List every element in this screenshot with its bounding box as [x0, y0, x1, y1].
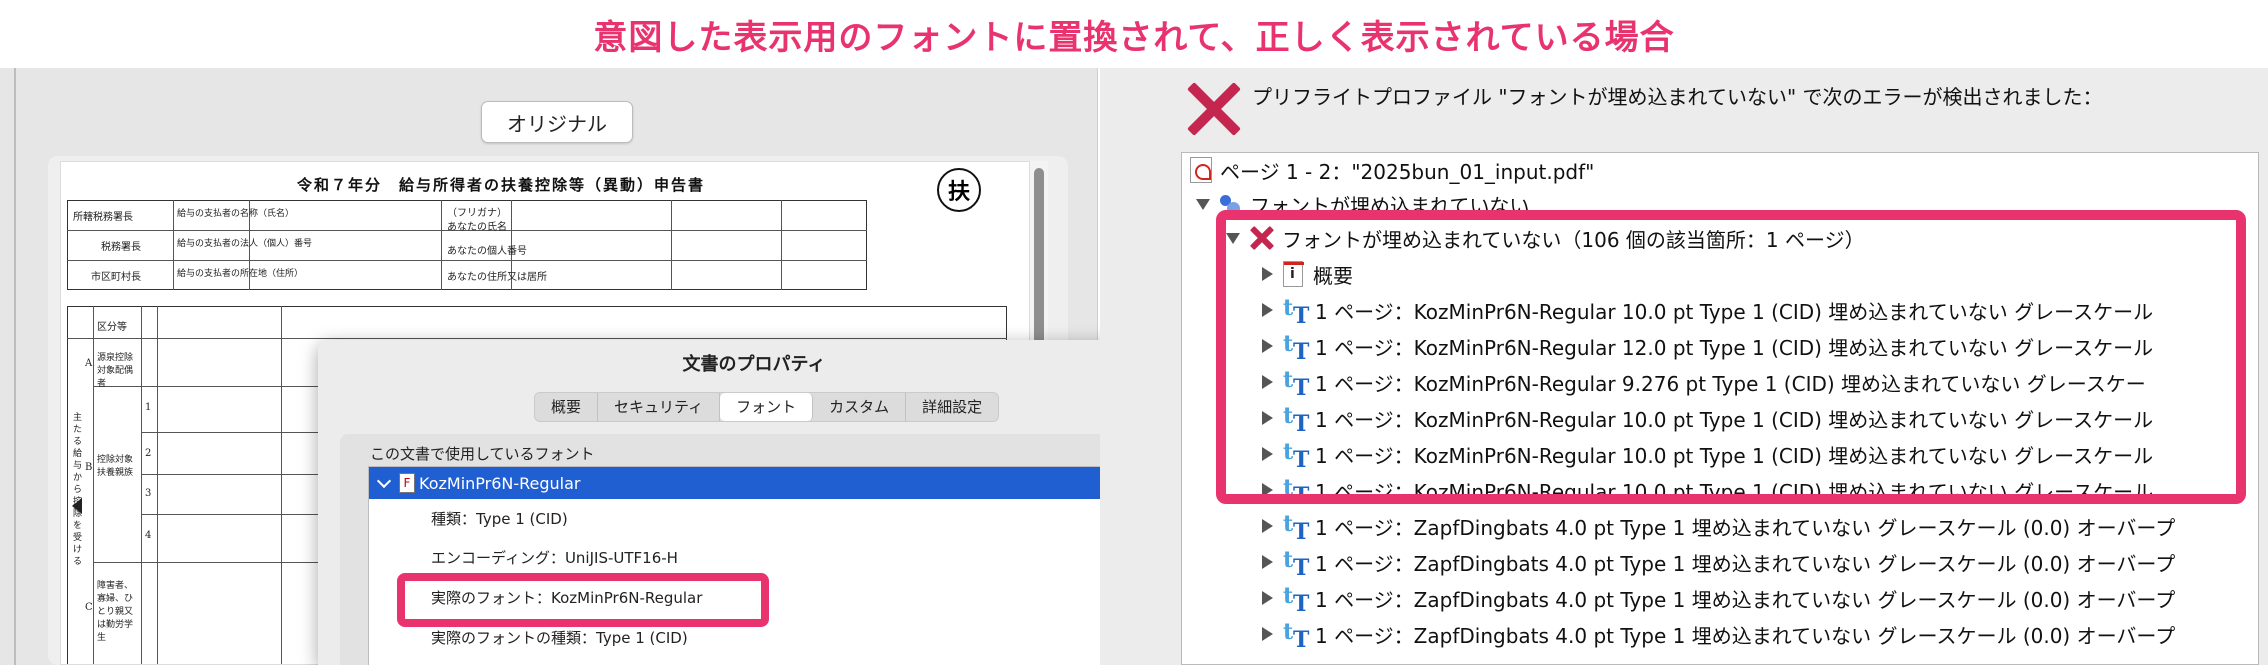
form-label: 3: [145, 488, 152, 499]
form-label: A: [85, 358, 93, 369]
grid-line: [281, 306, 282, 664]
grid-line: [441, 200, 442, 290]
form-label: あなたの個人番号: [447, 246, 527, 257]
form-label: 4: [145, 530, 152, 541]
form-label: 給与の支払者の所在地（住所）: [177, 269, 304, 279]
form-label: 給与の支払者の名称（氏名）: [177, 209, 295, 219]
caption-text: 意図した表示用のフォントに置換されて、正しく表示されている場合: [593, 17, 1675, 58]
caption-banner: 意図した表示用のフォントに置換されて、正しく表示されている場合: [0, 0, 2268, 68]
grid-line: [93, 306, 94, 664]
pdf-icon: [1190, 157, 1212, 183]
form-label: 控除対象扶養親族: [97, 455, 134, 478]
form-seal: 扶: [937, 168, 981, 212]
tree-item-font[interactable]: tT 1 ページ：ZapfDingbats 4.0 pt Type 1 埋め込ま…: [1262, 617, 2176, 653]
font-list: F KozMinPr6N-Regular 種類：Type 1 (CID) エンコ…: [368, 466, 1168, 665]
highlight-error-group: [1216, 210, 2246, 504]
form-label: 所轄税務署長: [73, 212, 133, 223]
form-label: （フリガナ）: [447, 208, 507, 219]
fonts-section-label: この文書で使用しているフォント: [370, 445, 595, 463]
chevron-down-icon[interactable]: [376, 473, 392, 489]
tree-item-label: 1 ページ：ZapfDingbats 4.0 pt Type 1 埋め込まれてい…: [1315, 587, 2176, 612]
grid-line: [67, 338, 1007, 339]
grid-line: [781, 200, 782, 290]
grid-line: [141, 306, 142, 664]
tree-item-label: 1 ページ：ZapfDingbats 4.0 pt Type 1 埋め込まれてい…: [1315, 515, 2176, 540]
grid-line: [157, 306, 158, 664]
disclosure-right-icon[interactable]: [1262, 555, 1273, 569]
font-encoding-row: エンコーディング：UniJIS-UTF16-H: [431, 549, 678, 567]
form-label: 主たる給与から控除を受ける: [73, 413, 83, 567]
disclosure-right-icon[interactable]: [1262, 519, 1273, 533]
original-button[interactable]: オリジナル: [481, 101, 633, 143]
screenshot-root: 意図した表示用のフォントに置換されて、正しく表示されている場合 オリジナル 令和…: [0, 0, 2268, 665]
form-label: 2: [145, 448, 152, 459]
form-label: 1: [145, 402, 152, 413]
form-label: あなたの氏名: [447, 222, 507, 233]
tab-custom[interactable]: カスタム: [813, 393, 907, 421]
disclosure-down-icon[interactable]: [1196, 198, 1210, 210]
disclosure-right-icon[interactable]: [1262, 627, 1273, 641]
font-name: KozMinPr6N-Regular: [419, 473, 581, 493]
form-label: 区分等: [97, 322, 127, 333]
font-icon: tT: [1283, 619, 1310, 653]
grid-line: [173, 200, 174, 290]
form-title: 令和７年分 給与所得者の扶養控除等（異動）申告書: [297, 176, 706, 194]
form-label: 市区町村長: [91, 272, 141, 283]
tree-item-font[interactable]: tT 1 ページ：ZapfDingbats 4.0 pt Type 1 埋め込ま…: [1262, 545, 2176, 581]
dialog-title: 文書のプロパティ: [682, 354, 826, 375]
actual-font-type-row: 実際のフォントの種類：Type 1 (CID): [431, 629, 688, 647]
font-type-row: 種類：Type 1 (CID): [431, 510, 568, 528]
error-x-icon: [1185, 80, 1241, 136]
font-icon: tT: [1283, 511, 1310, 545]
grid-line: [67, 260, 867, 261]
form-label: B: [85, 462, 93, 473]
form-label: 源泉控除対象配偶者: [97, 353, 134, 389]
form-label: 給与の支払者の法人（個人）番号: [177, 239, 313, 249]
tree-item-label: ページ 1 - 2："2025bun_01_input.pdf": [1220, 159, 1595, 184]
tab-advanced[interactable]: 詳細設定: [906, 393, 998, 421]
tree-item-font[interactable]: tT 1 ページ：ZapfDingbats 4.0 pt Type 1 埋め込ま…: [1262, 509, 2176, 545]
form-label: C: [85, 602, 93, 613]
tab-security[interactable]: セキュリティ: [598, 393, 721, 421]
page-left-arrow-icon[interactable]: [72, 498, 82, 514]
tree-item-label: 1 ページ：ZapfDingbats 4.0 pt Type 1 埋め込まれてい…: [1315, 623, 2176, 648]
form-label: 税務署長: [101, 242, 141, 253]
dialog-tabs: 概要 セキュリティ フォント カスタム 詳細設定: [534, 392, 1000, 422]
grid-line: [671, 200, 672, 290]
tab-summary[interactable]: 概要: [535, 393, 599, 421]
tree-item-document[interactable]: ページ 1 - 2："2025bun_01_input.pdf": [1190, 153, 1594, 187]
pane-edge: [14, 68, 16, 665]
font-list-item-selected[interactable]: F KozMinPr6N-Regular: [369, 467, 1123, 499]
disclosure-right-icon[interactable]: [1262, 591, 1273, 605]
tab-fonts[interactable]: フォント: [720, 393, 814, 421]
font-icon: tT: [1283, 547, 1310, 581]
tree-item-label: 1 ページ：ZapfDingbats 4.0 pt Type 1 埋め込まれてい…: [1315, 551, 2176, 576]
highlight-actual-font: [397, 573, 769, 627]
form-label: あなたの住所又は居所: [447, 272, 547, 283]
preflight-message: プリフライトプロファイル "フォントが埋め込まれていない" で次のエラーが検出さ…: [1252, 85, 2103, 109]
font-icon: tT: [1283, 583, 1310, 617]
font-file-icon: F: [399, 473, 415, 493]
tree-item-font[interactable]: tT 1 ページ：ZapfDingbats 4.0 pt Type 1 埋め込ま…: [1262, 581, 2176, 617]
form-label: 障害者、寡婦、ひとり親又は勤労学生: [97, 581, 134, 643]
